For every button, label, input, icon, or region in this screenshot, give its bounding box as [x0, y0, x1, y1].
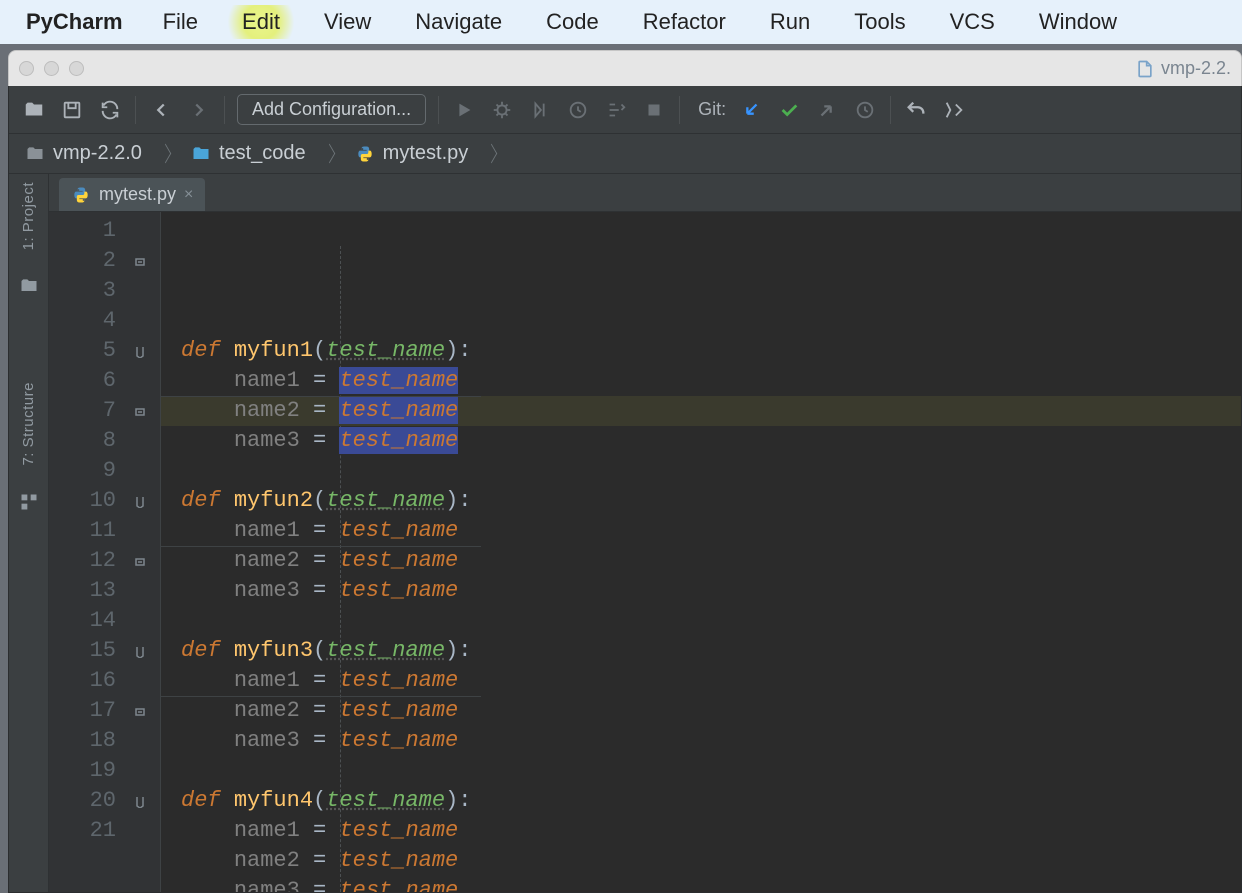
breadcrumb-vmp-2-2-0[interactable]: vmp-2.2.0	[15, 139, 181, 168]
code-line[interactable]: name1 = test_name	[181, 516, 1241, 546]
code-line[interactable]	[181, 606, 1241, 636]
code-line[interactable]	[181, 306, 1241, 336]
sync-icon[interactable]	[97, 97, 123, 123]
code-line[interactable]: name2 = test_name	[181, 546, 1241, 576]
folder-closed-icon[interactable]	[19, 276, 39, 300]
code-line[interactable]	[181, 456, 1241, 486]
pyfile-icon	[355, 144, 375, 164]
menu-window[interactable]: Window	[1017, 5, 1139, 39]
code-line[interactable]: name3 = test_name	[181, 876, 1241, 892]
menu-file[interactable]: File	[141, 5, 220, 39]
ide-body: Add Configuration... Git: vmp-2.2.0test_…	[8, 86, 1242, 893]
fold-end-icon[interactable]	[133, 645, 147, 659]
navigation-breadcrumbs: vmp-2.2.0test_codemytest.py	[9, 134, 1241, 174]
code-line[interactable]: name2 = test_name	[181, 696, 1241, 726]
menu-run[interactable]: Run	[748, 5, 832, 39]
editor-region: mytest.py × 1234567891011121314151617181…	[49, 174, 1241, 892]
menu-edit[interactable]: Edit	[220, 5, 302, 39]
menu-code[interactable]: Code	[524, 5, 621, 39]
concurrency-icon[interactable]	[603, 97, 629, 123]
tool-project-tab[interactable]: 1: Project	[20, 182, 37, 250]
code-line[interactable]: name2 = test_name	[161, 396, 1241, 426]
traffic-light-close[interactable]	[19, 61, 34, 76]
git-label: Git:	[698, 99, 726, 120]
code-line[interactable]: name1 = test_name	[181, 366, 1241, 396]
fold-open-icon[interactable]	[133, 255, 147, 269]
window-tab-label: vmp-2.2.	[1161, 58, 1231, 79]
folder-icon	[25, 144, 45, 164]
main-toolbar: Add Configuration... Git:	[9, 86, 1241, 134]
stop-icon[interactable]	[641, 97, 667, 123]
python-file-icon	[71, 185, 91, 205]
vcs-push-icon[interactable]	[814, 97, 840, 123]
code-line[interactable]: name1 = test_name	[181, 666, 1241, 696]
traffic-light-min[interactable]	[44, 61, 59, 76]
fold-open-icon[interactable]	[133, 555, 147, 569]
code-line[interactable]: name3 = test_name	[181, 576, 1241, 606]
method-separator	[161, 396, 481, 397]
method-separator	[161, 546, 481, 547]
fold-end-icon[interactable]	[133, 345, 147, 359]
add-configuration-button[interactable]: Add Configuration...	[237, 94, 426, 125]
window-tab[interactable]: vmp-2.2.	[1135, 58, 1231, 79]
editor-tab-label: mytest.py	[99, 184, 176, 205]
breadcrumb-mytest-py[interactable]: mytest.py	[345, 139, 508, 168]
line-gutter[interactable]: 123456789101112131415161718192021	[49, 212, 161, 892]
code-line[interactable]: name3 = test_name	[181, 726, 1241, 756]
menu-view[interactable]: View	[302, 5, 393, 39]
mac-menubar: PyCharm FileEditViewNavigateCodeRefactor…	[0, 0, 1242, 44]
app-name: PyCharm	[8, 9, 141, 35]
back-arrow-icon[interactable]	[148, 97, 174, 123]
editor-tabs-bar: mytest.py ×	[49, 174, 1241, 212]
code-line[interactable]: def myfun3(test_name):	[181, 636, 1241, 666]
save-all-icon[interactable]	[59, 97, 85, 123]
code-line[interactable]: def myfun2(test_name):	[181, 486, 1241, 516]
menu-refactor[interactable]: Refactor	[621, 5, 748, 39]
folder-blue-icon	[191, 144, 211, 164]
menu-navigate[interactable]: Navigate	[393, 5, 524, 39]
code-line[interactable]: name2 = test_name	[181, 846, 1241, 876]
vcs-update-icon[interactable]	[738, 97, 764, 123]
forward-arrow-icon[interactable]	[186, 97, 212, 123]
coverage-icon[interactable]	[527, 97, 553, 123]
run-icon[interactable]	[451, 97, 477, 123]
code-line[interactable]	[181, 756, 1241, 786]
editor-tab-mytest[interactable]: mytest.py ×	[59, 178, 205, 211]
window-titlebar: vmp-2.2.	[8, 50, 1242, 86]
code-line[interactable]: name3 = test_name	[181, 426, 1241, 456]
fold-end-icon[interactable]	[133, 495, 147, 509]
vcs-history-icon[interactable]	[852, 97, 878, 123]
code-content[interactable]: def myfun1(test_name): name1 = test_name…	[161, 212, 1241, 892]
menu-tools[interactable]: Tools	[832, 5, 927, 39]
vcs-commit-icon[interactable]	[776, 97, 802, 123]
left-tool-strip: 1: Project 7: Structure	[9, 174, 49, 892]
traffic-light-max[interactable]	[69, 61, 84, 76]
debug-icon[interactable]	[489, 97, 515, 123]
menu-vcs[interactable]: VCS	[928, 5, 1017, 39]
fold-end-icon[interactable]	[133, 795, 147, 809]
profile-icon[interactable]	[565, 97, 591, 123]
code-editor[interactable]: 123456789101112131415161718192021 def my…	[49, 212, 1241, 892]
code-line[interactable]: def myfun4(test_name):	[181, 786, 1241, 816]
code-line[interactable]: name1 = test_name	[181, 816, 1241, 846]
open-icon[interactable]	[21, 97, 47, 123]
structure-icon[interactable]	[19, 492, 39, 516]
ide-settings-icon[interactable]	[941, 97, 967, 123]
code-line[interactable]: def myfun1(test_name):	[181, 336, 1241, 366]
tool-structure-tab[interactable]: 7: Structure	[20, 382, 37, 466]
breadcrumb-test-code[interactable]: test_code	[181, 139, 345, 168]
fold-open-icon[interactable]	[133, 705, 147, 719]
undo-icon[interactable]	[903, 97, 929, 123]
fold-open-icon[interactable]	[133, 405, 147, 419]
close-tab-icon[interactable]: ×	[184, 186, 193, 204]
file-icon	[1135, 59, 1155, 79]
method-separator	[161, 696, 481, 697]
